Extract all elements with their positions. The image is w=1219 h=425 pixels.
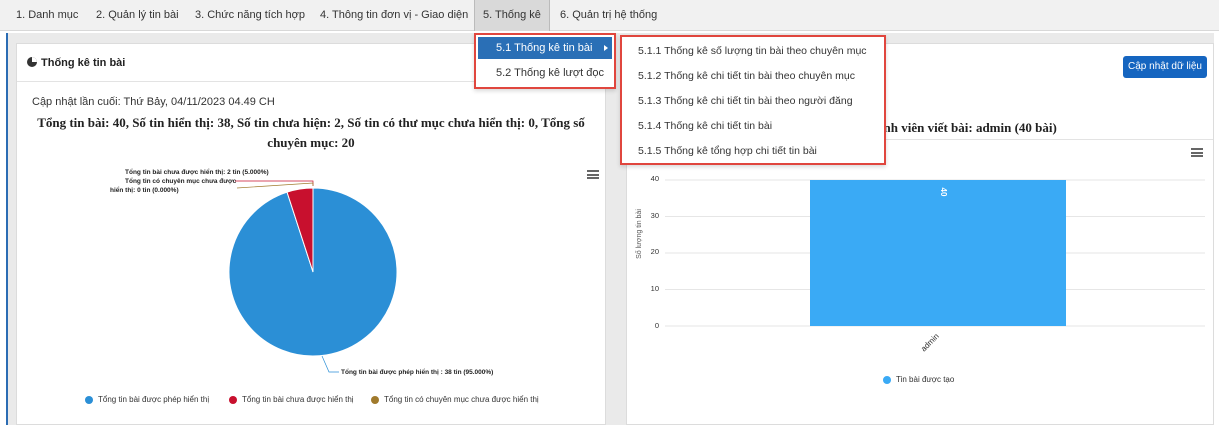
dropdown-item-thong-ke-luot-doc[interactable]: 5.2 Thống kê lượt đọc — [478, 62, 612, 84]
pie-label-displayed: Tổng tin bài được phép hiển thị : 38 tin… — [341, 369, 494, 376]
submenu-item-5-1-3[interactable]: 5.1.3 Thống kê chi tiết tin bài theo ngư… — [638, 95, 853, 107]
dropdown-item-thong-ke-tin-bai[interactable]: 5.1 Thống kê tin bài — [478, 37, 612, 59]
legend-dot — [229, 395, 237, 404]
legend-item-displayed[interactable]: Tổng tin bài được phép hiển thị — [85, 395, 209, 404]
leader-line-3 — [321, 355, 339, 373]
pie-label-hidden-category-1: Tổng tin có chuyên mục chưa được — [125, 178, 237, 185]
submenu-item-5-1-1[interactable]: 5.1.1 Thống kê số lượng tin bài theo chu… — [638, 45, 867, 57]
legend-item-not-displayed[interactable]: Tổng tin bài chưa được hiển thị — [229, 395, 354, 404]
pie-label-not-displayed: Tổng tin bài chưa được hiển thị: 2 tin (… — [125, 169, 269, 176]
y-tick-20: 20 — [650, 247, 659, 256]
pie-label-hidden-category-2: hiển thị: 0 tin (0.000%) — [110, 187, 179, 194]
menu-thong-ke[interactable]: 5. Thống kê — [474, 0, 550, 31]
bar-admin — [810, 180, 1066, 326]
menu-quan-ly-tin-bai[interactable]: 2. Quản lý tin bài — [88, 0, 187, 31]
bar-legend-item[interactable]: Tin bài được tạo — [883, 375, 954, 384]
submenu-item-5-1-5[interactable]: 5.1.5 Thống kê tổng hợp chi tiết tin bài — [638, 145, 817, 157]
thong-ke-tin-bai-submenu: 5.1.1 Thống kê số lượng tin bài theo chu… — [620, 35, 886, 165]
submenu-item-5-1-2[interactable]: 5.1.2 Thống kê chi tiết tin bài theo chu… — [638, 70, 855, 82]
y-tick-10: 10 — [650, 284, 659, 293]
left-stats-panel: Thống kê tin bài Cập nhật lần cuối: Thứ … — [16, 43, 606, 425]
chevron-right-icon — [604, 45, 608, 51]
y-tick-30: 30 — [650, 211, 659, 220]
pie-chart — [228, 180, 398, 373]
main-menu-bar: 1. Danh mục 2. Quản lý tin bài 3. Chức n… — [0, 0, 1219, 31]
menu-danh-muc[interactable]: 1. Danh mục — [8, 0, 86, 31]
menu-thong-tin-don-vi[interactable]: 4. Thông tin đơn vị - Giao diện — [312, 0, 476, 31]
bar-data-label: 40 — [939, 188, 948, 197]
legend-dot — [883, 375, 891, 384]
submenu-item-5-1-4[interactable]: 5.1.4 Thống kê chi tiết tin bài — [638, 120, 772, 132]
y-tick-0: 0 — [654, 321, 659, 330]
legend-dot — [85, 395, 93, 404]
menu-quan-tri-he-thong[interactable]: 6. Quản trị hệ thống — [552, 0, 665, 31]
menu-chuc-nang-tich-hop[interactable]: 3. Chức năng tích hợp — [187, 0, 313, 31]
y-tick-40: 40 — [650, 174, 659, 183]
thong-ke-dropdown: 5.1 Thống kê tin bài 5.2 Thống kê lượt đ… — [474, 33, 616, 89]
x-tick-admin: admin — [919, 332, 941, 354]
legend-dot — [371, 395, 379, 404]
legend-item-hidden-category[interactable]: Tổng tin có chuyên mục chưa được hiển th… — [371, 395, 539, 404]
leader-line-2 — [236, 182, 314, 189]
